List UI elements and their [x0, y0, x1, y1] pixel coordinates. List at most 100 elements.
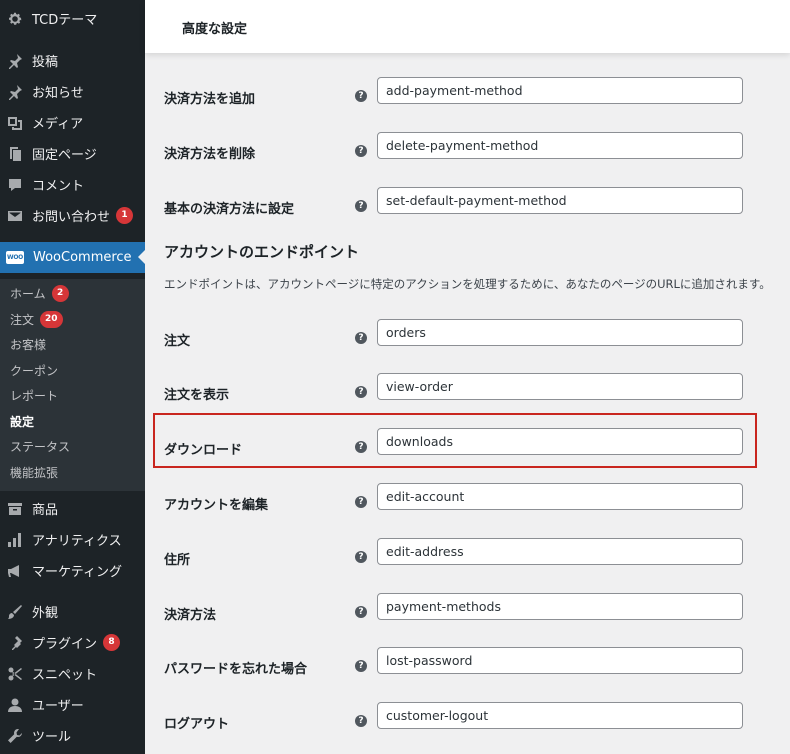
- menu-item-label: 投稿: [32, 55, 59, 70]
- woocommerce-submenu: ホーム 2 注文 20 お客様 クーポン レポート 設定 ステータス 機能拡張: [0, 279, 145, 491]
- customer-logout-endpoint-input[interactable]: [377, 702, 743, 729]
- submenu-item-coupons[interactable]: クーポン: [10, 361, 58, 379]
- section-title: アカウントのエンドポイント: [164, 243, 360, 261]
- help-icon[interactable]: ?: [355, 332, 367, 344]
- menu-item-tools[interactable]: ツール: [0, 720, 145, 751]
- help-icon[interactable]: ?: [355, 715, 367, 727]
- help-icon[interactable]: ?: [355, 200, 367, 212]
- setting-label: パスワードを忘れた場合: [164, 662, 308, 677]
- admin-sidebar: TCDテーマ 投稿 お知らせ メディア 固定ページ コメント お問い合わせ 1 …: [0, 0, 145, 754]
- menu-item-label: WooCommerce: [33, 250, 132, 265]
- page-title: 高度な設定: [182, 22, 248, 37]
- menu-item-snippets[interactable]: スニペット: [0, 658, 145, 689]
- help-icon[interactable]: ?: [355, 90, 367, 102]
- setting-row-view-order: 注文を表示 ?: [145, 373, 790, 413]
- menu-item-label: コメント: [32, 179, 85, 194]
- submenu-label: 注文: [10, 312, 35, 327]
- setting-row-set-default-payment-method: 基本の決済方法に設定 ?: [145, 187, 790, 227]
- pin-icon: [7, 53, 23, 69]
- media-icon: [7, 115, 23, 131]
- menu-item-label: スニペット: [32, 668, 98, 683]
- menu-item-label: TCDテーマ: [32, 13, 98, 28]
- current-menu-arrow: [138, 249, 146, 265]
- help-icon[interactable]: ?: [355, 660, 367, 672]
- setting-label: 注文: [164, 334, 191, 349]
- menu-item-users[interactable]: ユーザー: [0, 689, 145, 720]
- archive-icon: [7, 501, 23, 517]
- lost-password-endpoint-input[interactable]: [377, 647, 743, 674]
- menu-item-tcd-theme[interactable]: TCDテーマ: [0, 3, 145, 34]
- notification-badge: 8: [103, 634, 121, 651]
- orders-endpoint-input[interactable]: [377, 319, 743, 346]
- submenu-item-orders[interactable]: 注文 20: [10, 310, 63, 328]
- setting-row-orders: 注文 ?: [145, 319, 790, 359]
- menu-item-label: 商品: [32, 503, 59, 518]
- payment-methods-endpoint-input[interactable]: [377, 593, 743, 620]
- setting-row-lost-password: パスワードを忘れた場合 ?: [145, 647, 790, 687]
- help-icon[interactable]: ?: [355, 606, 367, 618]
- delete-payment-method-input[interactable]: [377, 132, 743, 159]
- edit-account-endpoint-input[interactable]: [377, 483, 743, 510]
- plugin-icon: [7, 635, 23, 651]
- menu-item-analytics[interactable]: アナリティクス: [0, 524, 145, 555]
- submenu-label: ホーム: [10, 286, 46, 301]
- setting-row-payment-methods: 決済方法 ?: [145, 593, 790, 633]
- submenu-item-extensions[interactable]: 機能拡張: [10, 463, 58, 481]
- setting-label: 住所: [164, 553, 191, 568]
- submenu-item-customers[interactable]: お客様: [10, 335, 46, 353]
- menu-item-contact[interactable]: お問い合わせ 1: [0, 200, 145, 231]
- woocommerce-icon: WOO: [6, 251, 24, 264]
- section-description: エンドポイントは、アカウントページに特定のアクションを処理するために、あなたのペ…: [164, 277, 771, 291]
- comment-icon: [7, 177, 23, 193]
- gear-icon: [7, 11, 23, 27]
- submenu-item-reports[interactable]: レポート: [10, 386, 58, 404]
- setting-label: アカウントを編集: [164, 498, 269, 513]
- scissors-icon: [7, 666, 23, 682]
- highlight-annotation-box: [153, 413, 757, 468]
- help-icon[interactable]: ?: [355, 496, 367, 508]
- menu-item-label: プラグイン: [32, 637, 98, 652]
- paintbrush-icon: [7, 604, 23, 620]
- pin-icon: [7, 84, 23, 100]
- menu-item-products[interactable]: 商品: [0, 493, 145, 524]
- menu-item-label: お問い合わせ: [32, 210, 111, 225]
- menu-item-posts[interactable]: 投稿: [0, 45, 145, 76]
- submenu-item-status[interactable]: ステータス: [10, 437, 70, 455]
- setting-label: 決済方法を削除: [164, 147, 256, 162]
- edit-address-endpoint-input[interactable]: [377, 538, 743, 565]
- megaphone-icon: [7, 563, 23, 579]
- menu-item-label: お知らせ: [32, 86, 84, 101]
- notification-badge: 2: [51, 284, 69, 302]
- menu-item-label: メディア: [32, 117, 84, 132]
- menu-item-label: ツール: [32, 730, 72, 745]
- menu-item-label: ユーザー: [32, 699, 84, 714]
- help-icon[interactable]: ?: [355, 551, 367, 563]
- menu-item-woocommerce[interactable]: WOO WooCommerce: [0, 242, 145, 273]
- menu-item-media[interactable]: メディア: [0, 107, 145, 138]
- wrench-icon: [7, 728, 23, 744]
- setting-label: ログアウト: [164, 717, 230, 732]
- submenu-item-home[interactable]: ホーム 2: [10, 284, 69, 302]
- help-icon[interactable]: ?: [355, 386, 367, 398]
- setting-row-delete-payment-method: 決済方法を削除 ?: [145, 132, 790, 172]
- menu-item-label: 外観: [32, 606, 59, 621]
- setting-label: 決済方法: [164, 608, 217, 623]
- setting-label: 注文を表示: [164, 388, 230, 403]
- set-default-payment-method-input[interactable]: [377, 187, 743, 214]
- view-order-endpoint-input[interactable]: [377, 373, 743, 400]
- bar-chart-icon: [7, 532, 23, 548]
- menu-item-appearance[interactable]: 外観: [0, 596, 145, 627]
- notification-badge: 20: [40, 310, 63, 328]
- submenu-item-settings[interactable]: 設定: [10, 412, 34, 430]
- menu-item-label: 固定ページ: [32, 148, 97, 163]
- help-icon[interactable]: ?: [355, 145, 367, 157]
- setting-label: 決済方法を追加: [164, 92, 256, 107]
- menu-item-news[interactable]: お知らせ: [0, 76, 145, 107]
- menu-item-plugins[interactable]: プラグイン 8: [0, 627, 145, 658]
- menu-item-pages[interactable]: 固定ページ: [0, 138, 145, 169]
- setting-row-customer-logout: ログアウト ?: [145, 702, 790, 742]
- add-payment-method-input[interactable]: [377, 77, 743, 104]
- menu-item-comments[interactable]: コメント: [0, 169, 145, 200]
- setting-row-edit-address: 住所 ?: [145, 538, 790, 578]
- menu-item-marketing[interactable]: マーケティング: [0, 555, 145, 586]
